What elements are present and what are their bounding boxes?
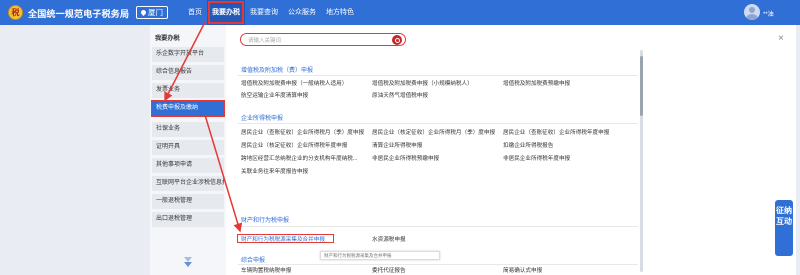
arrow-2: [204, 114, 243, 233]
arrow-1: [164, 21, 206, 102]
annotation-arrows: [164, 21, 243, 233]
